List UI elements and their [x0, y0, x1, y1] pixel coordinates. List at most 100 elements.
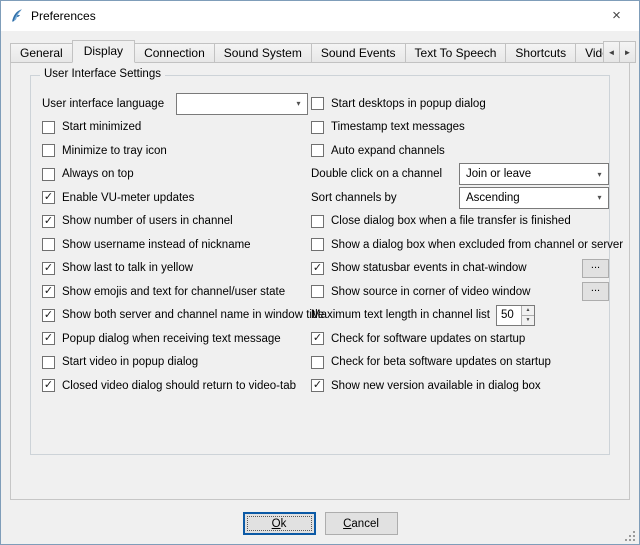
checkbox-row-username[interactable]: Show username instead of nickname: [42, 233, 308, 257]
double-click-combobox[interactable]: Join or leave ▾: [459, 163, 609, 185]
checkbox-row-video-popup[interactable]: Start video in popup dialog: [42, 351, 308, 375]
tab-text-to-speech[interactable]: Text To Speech: [405, 43, 507, 63]
dialog-footer: Ok Cancel: [1, 512, 639, 535]
tab-shortcuts[interactable]: Shortcuts: [505, 43, 576, 63]
max-text-length-row: Maximum text length in channel list 50 ▲…: [311, 304, 609, 328]
checkbox-excluded-dialog[interactable]: [311, 238, 324, 251]
checkbox-label: Show a dialog box when excluded from cha…: [331, 239, 623, 251]
checkbox-row-last-talk[interactable]: ✓ Show last to talk in yellow: [42, 257, 308, 281]
checkbox-label: Popup dialog when receiving text message: [62, 333, 281, 345]
tab-scroll-right-icon[interactable]: ►: [619, 41, 636, 63]
tab-scroll-left-icon[interactable]: ◄: [603, 41, 620, 63]
double-click-row: Double click on a channel Join or leave …: [311, 163, 609, 187]
chevron-down-icon: ▾: [591, 170, 608, 179]
checkbox-label: Enable VU-meter updates: [62, 192, 194, 204]
checkbox-statusbar-events[interactable]: ✓: [311, 262, 324, 275]
checkbox-label: Show number of users in channel: [62, 215, 233, 227]
checkbox-row-desktops-popup[interactable]: Start desktops in popup dialog: [311, 92, 609, 116]
checkbox-row-window-title[interactable]: ✓ Show both server and channel name in w…: [42, 304, 308, 328]
checkbox-row-close-transfer[interactable]: Close dialog box when a file transfer is…: [311, 210, 609, 234]
spin-down-icon[interactable]: ▼: [522, 315, 534, 325]
tab-sound-events[interactable]: Sound Events: [311, 43, 406, 63]
language-label: User interface language: [42, 98, 164, 110]
checkbox-label: Minimize to tray icon: [62, 145, 167, 157]
checkbox-timestamp[interactable]: [311, 121, 324, 134]
checkbox-video-source[interactable]: [311, 285, 324, 298]
sort-channels-combobox[interactable]: Ascending ▾: [459, 187, 609, 209]
spin-up-icon[interactable]: ▲: [522, 306, 534, 315]
checkbox-popup-text[interactable]: ✓: [42, 332, 55, 345]
app-feather-icon: [9, 8, 25, 24]
checkbox-row-video-return[interactable]: ✓ Closed video dialog should return to v…: [42, 374, 308, 398]
statusbar-events-more-button[interactable]: ...: [582, 259, 609, 278]
checkbox-user-count[interactable]: ✓: [42, 215, 55, 228]
checkbox-row-beta-updates[interactable]: Check for beta software updates on start…: [311, 351, 609, 375]
spin-buttons: ▲ ▼: [521, 306, 534, 325]
checkbox-video-popup[interactable]: [42, 356, 55, 369]
checkbox-row-excluded-dialog[interactable]: Show a dialog box when excluded from cha…: [311, 233, 609, 257]
checkbox-label: Show statusbar events in chat-window: [331, 262, 527, 274]
checkbox-label: Start desktops in popup dialog: [331, 98, 486, 110]
checkbox-beta-updates[interactable]: [311, 356, 324, 369]
checkbox-row-timestamp[interactable]: Timestamp text messages: [311, 116, 609, 140]
group-title: User Interface Settings: [40, 68, 165, 80]
checkbox-row-software-updates[interactable]: ✓ Check for software updates on startup: [311, 327, 609, 351]
checkbox-label: Show last to talk in yellow: [62, 262, 193, 274]
checkbox-emojis[interactable]: ✓: [42, 285, 55, 298]
tab-connection[interactable]: Connection: [134, 43, 215, 63]
tab-general[interactable]: General: [10, 43, 73, 63]
window-title: Preferences: [31, 9, 96, 23]
checkbox-last-talk[interactable]: ✓: [42, 262, 55, 275]
checkbox-always-on-top[interactable]: [42, 168, 55, 181]
checkbox-row-user-count[interactable]: ✓ Show number of users in channel: [42, 210, 308, 234]
max-text-length-spinbox[interactable]: 50 ▲ ▼: [496, 305, 535, 326]
checkbox-desktops-popup[interactable]: [311, 97, 324, 110]
checkbox-label: Closed video dialog should return to vid…: [62, 380, 296, 392]
tab-sound-system[interactable]: Sound System: [214, 43, 312, 63]
checkbox-row-auto-expand[interactable]: Auto expand channels: [311, 139, 609, 163]
chevron-down-icon: ▾: [290, 99, 307, 108]
checkbox-label: Show source in corner of video window: [331, 286, 530, 298]
group-user-interface-settings: User Interface Settings User interface l…: [30, 75, 610, 455]
checkbox-label: Auto expand channels: [331, 145, 445, 157]
checkbox-minimize-to-tray[interactable]: [42, 144, 55, 157]
video-source-row[interactable]: Show source in corner of video window ..…: [311, 280, 609, 304]
checkbox-window-title[interactable]: ✓: [42, 309, 55, 322]
video-source-more-button[interactable]: ...: [582, 282, 609, 301]
tab-display[interactable]: Display: [72, 40, 135, 63]
checkbox-auto-expand[interactable]: [311, 144, 324, 157]
sort-channels-row: Sort channels by Ascending ▾: [311, 186, 609, 210]
resize-grip[interactable]: [624, 529, 636, 541]
checkbox-video-return[interactable]: ✓: [42, 379, 55, 392]
statusbar-events-row[interactable]: ✓ Show statusbar events in chat-window .…: [311, 257, 609, 281]
checkbox-row-new-version[interactable]: ✓ Show new version available in dialog b…: [311, 374, 609, 398]
double-click-value: Join or leave: [466, 168, 531, 180]
checkbox-software-updates[interactable]: ✓: [311, 332, 324, 345]
checkbox-row-always-on-top[interactable]: Always on top: [42, 163, 308, 187]
cancel-button[interactable]: Cancel: [325, 512, 398, 535]
checkbox-row-minimize-to-tray[interactable]: Minimize to tray icon: [42, 139, 308, 163]
language-combobox[interactable]: ▾: [176, 93, 308, 115]
double-click-label: Double click on a channel: [311, 168, 442, 180]
checkbox-new-version[interactable]: ✓: [311, 379, 324, 392]
max-text-length-value[interactable]: 50: [497, 306, 521, 325]
checkbox-close-transfer[interactable]: [311, 215, 324, 228]
checkbox-row-vu-meter[interactable]: ✓ Enable VU-meter updates: [42, 186, 308, 210]
ok-button[interactable]: Ok: [243, 512, 316, 535]
checkbox-row-popup-text[interactable]: ✓ Popup dialog when receiving text messa…: [42, 327, 308, 351]
checkbox-label: Show both server and channel name in win…: [62, 309, 324, 321]
checkbox-label: Start video in popup dialog: [62, 356, 198, 368]
cancel-button-label: Cancel: [343, 518, 379, 530]
checkbox-vu-meter[interactable]: ✓: [42, 191, 55, 204]
checkbox-row-emojis[interactable]: ✓ Show emojis and text for channel/user …: [42, 280, 308, 304]
close-icon[interactable]: ×: [594, 1, 639, 30]
checkbox-label: Show new version available in dialog box: [331, 380, 541, 392]
titlebar[interactable]: Preferences ×: [1, 1, 639, 31]
checkbox-row-start-minimized[interactable]: Start minimized: [42, 116, 308, 140]
checkbox-label: Show username instead of nickname: [62, 239, 251, 251]
checkbox-start-minimized[interactable]: [42, 121, 55, 134]
display-tab-page: User Interface Settings User interface l…: [10, 62, 630, 500]
checkbox-username[interactable]: [42, 238, 55, 251]
ok-button-label: Ok: [272, 518, 287, 530]
checkbox-label: Check for beta software updates on start…: [331, 356, 551, 368]
